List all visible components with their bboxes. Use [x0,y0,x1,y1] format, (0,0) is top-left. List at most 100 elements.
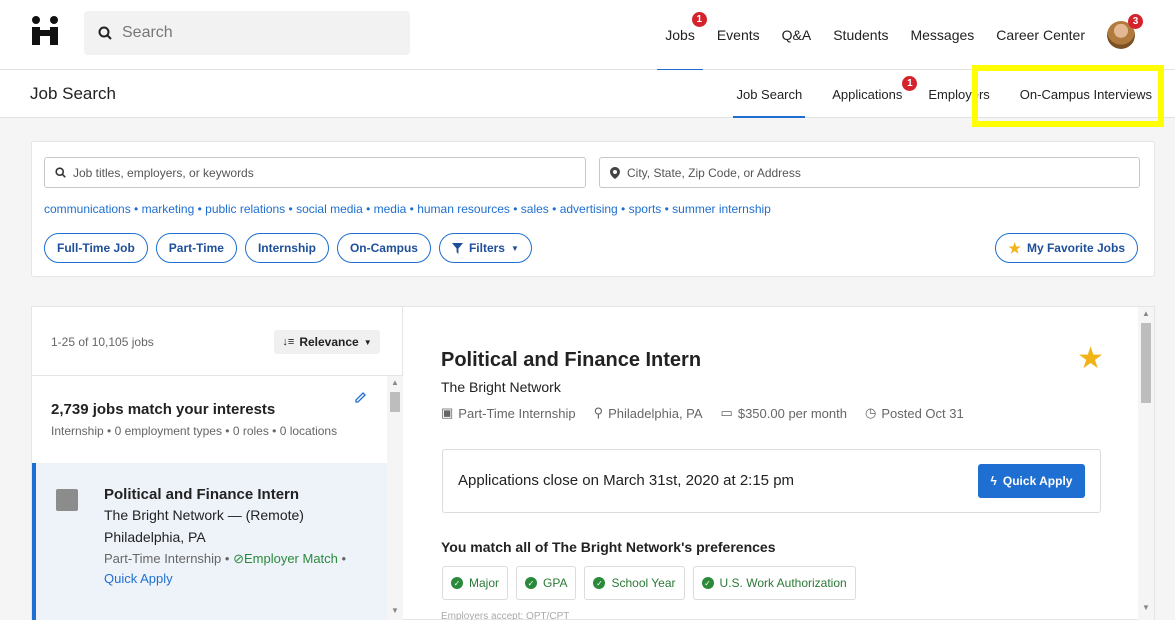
match-tag: ✓ Major [442,566,509,600]
job-detail: Political and Finance Intern The Bright … [404,307,1140,620]
location-pin-icon: ⚲ [593,405,604,420]
my-favorite-jobs-button[interactable]: ★ My Favorite Jobs [995,233,1138,263]
search-placeholder: Search [122,24,173,41]
job-list: 1-25 of 10,105 jobs ↓≡ Relevance ▼ 2,739… [32,307,403,620]
page-title: Job Search [30,84,116,103]
detail-scrollbar[interactable]: ▲ ▼ [1138,307,1154,620]
filter-part-time[interactable]: Part-Time [155,233,237,263]
job-pay: ▭ $350.00 per month [720,405,847,421]
check-icon: ✓ [701,577,714,589]
keyword-link[interactable]: media [374,202,407,216]
detail-meta: ▣ Part-Time Internship ⚲ Philadelphia, PA … [441,405,964,421]
job-posted: ◷ Posted Oct 31 [864,405,964,421]
scroll-up-arrow[interactable]: ▲ [391,378,399,387]
match-tags: ✓ Major ✓ GPA ✓ School Year ✓ U.S. Work Auth… [442,566,856,600]
job-title: Political and Finance Intern [104,486,300,503]
match-tag: ✓ GPA [516,566,577,600]
nav-messages[interactable]: Messages [910,0,974,70]
filters-button[interactable]: Filters ▼ [438,233,532,263]
highlight-box [972,65,1164,127]
keyword-link[interactable]: marketing [142,202,195,216]
job-company: The Bright Network — (Remote) [104,507,304,523]
quick-apply-link[interactable]: Quick Apply [104,571,173,586]
match-tag: ✓ U.S. Work Authorization [692,566,856,600]
employer-match-label: Employer Match [243,551,338,566]
detail-company[interactable]: The Bright Network [441,379,561,395]
edit-pencil-icon[interactable] [354,392,366,404]
keyword-link[interactable]: summer internship [672,202,771,216]
application-deadline: Applications close on March 31st, 2020 a… [458,472,795,489]
funnel-icon [451,242,463,254]
tab-applications[interactable]: Applications 1 [821,70,918,118]
list-scrollbar[interactable]: ▲ ▼ [387,376,403,620]
clock-icon: ◷ [864,405,877,420]
nav-qa[interactable]: Q&A [782,0,812,70]
suggested-keywords: communications • marketing • public rela… [44,202,771,216]
list-item[interactable]: Political and Finance Intern The Bright … [32,463,387,620]
keyword-link[interactable]: advertising [560,202,618,216]
scrollbar-thumb[interactable] [390,392,400,412]
interests-subtitle: Internship • 0 employment types • 0 role… [51,424,338,438]
sort-icon: ↓≡ [282,336,295,348]
nav-jobs[interactable]: Jobs 1 [657,0,707,71]
job-search-card: Job titles, employers, or keywords City,… [31,141,1155,277]
match-title: You match all of The Bright Network's pr… [441,539,776,555]
apply-box: Applications close on March 31st, 2020 a… [442,449,1101,513]
company-logo [56,489,78,511]
tab-job-search[interactable]: Job Search [725,70,813,118]
keyword-link[interactable]: sales [521,202,549,216]
check-circle-icon: ⊘ [233,551,244,566]
scroll-down-arrow[interactable]: ▼ [1142,603,1150,612]
job-location: Philadelphia, PA [104,529,206,545]
results-panel: 1-25 of 10,105 jobs ↓≡ Relevance ▼ 2,739… [31,306,1155,620]
main-nav-links: Jobs 1 Events Q&A Students Messages Caree… [657,0,1143,71]
filter-pills: Full-Time Job Part-Time Internship On-Ca… [44,233,532,263]
nav-students[interactable]: Students [833,0,888,70]
keyword-link[interactable]: communications [44,202,131,216]
job-type: ▣ Part-Time Internship [441,405,576,421]
caret-down-icon: ▼ [510,243,519,253]
scroll-up-arrow[interactable]: ▲ [1142,309,1150,318]
check-icon: ✓ [451,577,463,589]
match-tag: ✓ School Year [584,566,685,600]
briefcase-icon: ▣ [441,405,454,420]
location-search-input[interactable]: City, State, Zip Code, or Address [599,157,1140,188]
detail-title: Political and Finance Intern [441,349,702,371]
global-search-input[interactable]: Search [84,11,410,55]
nav-career-center[interactable]: Career Center [996,0,1085,70]
location-pin-icon [610,166,620,179]
check-icon: ✓ [593,577,606,589]
sort-dropdown[interactable]: ↓≡ Relevance ▼ [274,330,380,354]
filter-full-time-job[interactable]: Full-Time Job [44,233,148,263]
handshake-logo[interactable] [30,16,60,46]
nav-events[interactable]: Events [717,0,760,70]
check-icon: ✓ [525,577,538,589]
keyword-link[interactable]: sports [629,202,662,216]
search-icon [55,167,66,178]
keyword-link[interactable]: public relations [205,202,285,216]
scrollbar-thumb[interactable] [1141,323,1151,403]
results-count: 1-25 of 10,105 jobs [51,335,154,349]
job-meta: Part-Time Internship • ⊘Employer Match • [104,551,347,566]
jobs-notification-badge: 1 [691,12,707,27]
applications-badge: 1 [902,76,918,91]
money-icon: ▭ [720,405,733,420]
scroll-down-arrow[interactable]: ▼ [391,606,399,615]
quick-apply-button[interactable]: ϟ Quick Apply [978,464,1085,498]
keyword-link[interactable]: human resources [417,202,510,216]
avatar-notification-badge: 3 [1128,14,1143,29]
keyword-link[interactable]: social media [296,202,363,216]
favorite-star-icon[interactable]: ★ [1077,344,1104,374]
avatar[interactable]: 3 [1107,14,1143,49]
filter-on-campus[interactable]: On-Campus [336,233,431,263]
star-icon: ★ [1008,239,1021,256]
caret-down-icon: ▼ [363,337,372,347]
interests-match-card[interactable]: 2,739 jobs match your interests Internsh… [32,376,387,464]
interests-title: 2,739 jobs match your interests [51,401,276,418]
lightning-icon: ϟ [990,474,997,488]
filter-internship[interactable]: Internship [244,233,329,263]
employer-accepts-text: Employers accept: OPT/CPT [441,611,570,620]
keyword-search-input[interactable]: Job titles, employers, or keywords [44,157,586,188]
search-icon [98,26,112,40]
job-location: ⚲ Philadelphia, PA [593,405,703,421]
